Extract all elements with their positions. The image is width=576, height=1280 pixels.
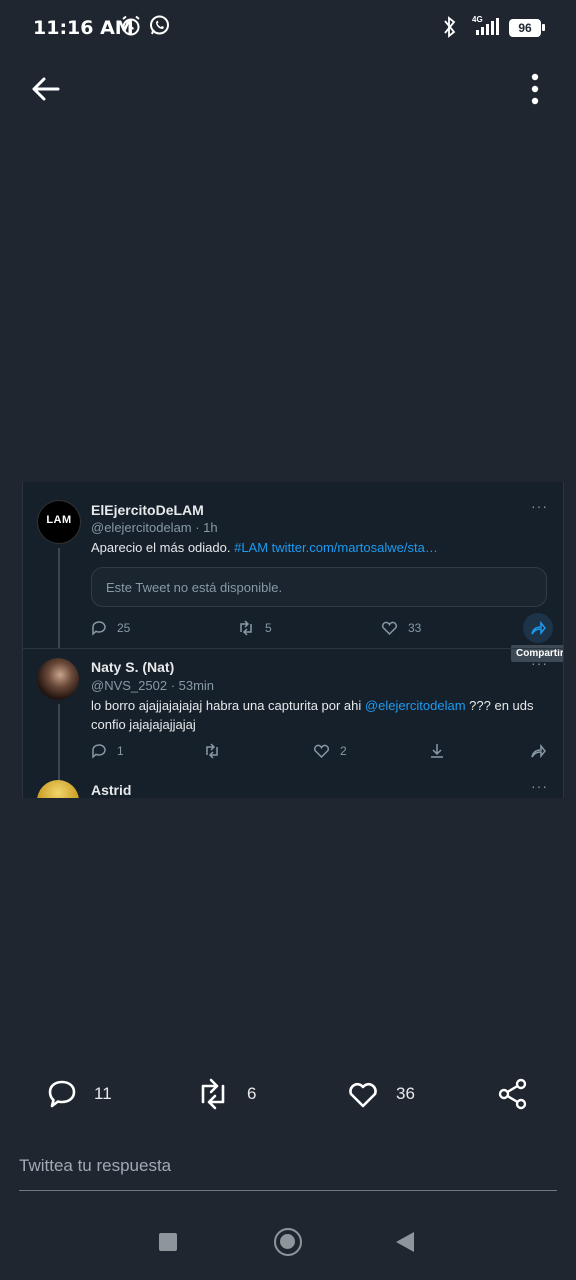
share-icon: [498, 1078, 527, 1110]
retweet-icon: [206, 743, 218, 759]
tweet-handle: @NVS_2502 · 53min: [91, 678, 215, 693]
download-button[interactable]: [429, 743, 445, 759]
signal-icon: [476, 18, 499, 35]
more-vertical-icon[interactable]: [520, 72, 550, 106]
share-icon: [531, 743, 546, 759]
avatar[interactable]: [37, 780, 79, 798]
share-button[interactable]: [497, 1078, 529, 1110]
like-button[interactable]: 36: [346, 1078, 415, 1110]
battery-level: 96: [518, 21, 532, 35]
whatsapp-icon: [150, 15, 169, 35]
reply-input[interactable]: Twittea tu respuesta: [19, 1150, 557, 1191]
reply-count: 25: [117, 621, 131, 635]
tweet-handle: @elejercitodelam · 1h: [91, 520, 218, 535]
reply-count: 11: [94, 1084, 112, 1103]
like-button[interactable]: 33: [381, 620, 421, 636]
alarm-icon: [122, 15, 140, 36]
retweet-icon: [201, 1078, 225, 1110]
back-nav-icon[interactable]: [394, 1230, 416, 1254]
tweet-more-button[interactable]: ···: [531, 498, 548, 514]
image-action-bar: 11 6 36: [0, 1070, 576, 1126]
stop-icon[interactable]: [159, 1233, 177, 1251]
avatar-logo-text: LAM: [46, 514, 72, 526]
tweet-author-name[interactable]: Astrid: [91, 782, 131, 798]
retweet-icon: [240, 620, 252, 636]
like-icon: [381, 621, 398, 636]
reply-icon: [92, 744, 106, 759]
like-button[interactable]: 2: [313, 743, 347, 759]
url-link[interactable]: twitter.com/martosalwe/sta…: [268, 540, 438, 555]
home-icon[interactable]: [274, 1228, 302, 1256]
like-count: 33: [408, 621, 422, 635]
tweet-item[interactable]: Astrid ···: [23, 778, 563, 798]
battery-icon: 96: [509, 19, 541, 37]
share-button[interactable]: [530, 743, 546, 759]
embedded-thread-image: LAM ElEjercitoDeLAM @elejercitodelam · 1…: [22, 482, 564, 798]
tweet-more-button[interactable]: ···: [531, 778, 548, 794]
tweet-text: lo borro ajajjajajajaj habra una capturi…: [91, 696, 551, 734]
reply-icon: [48, 1080, 76, 1108]
tweet-text: Aparecio el más odiado. #LAM twitter.com…: [91, 538, 551, 557]
system-nav-bar: [0, 1200, 576, 1280]
battery-tip: [542, 24, 545, 31]
retweet-count: 6: [247, 1084, 257, 1103]
reply-button[interactable]: 1: [91, 743, 124, 759]
back-arrow-icon[interactable]: [28, 72, 62, 106]
retweet-button[interactable]: 6: [195, 1078, 256, 1110]
avatar[interactable]: [37, 658, 79, 700]
retweet-button[interactable]: [203, 743, 221, 759]
like-count: 36: [396, 1084, 415, 1103]
avatar[interactable]: LAM: [37, 500, 81, 544]
quoted-unavailable-text: Este Tweet no está disponible.: [106, 580, 283, 595]
reply-count: 1: [117, 744, 124, 758]
tweet-author-name[interactable]: Naty S. (Nat): [91, 659, 174, 675]
reply-icon: [92, 621, 106, 636]
tweet-item[interactable]: Naty S. (Nat) @NVS_2502 · 53min ··· lo b…: [23, 649, 563, 769]
tweet-text-plain: lo borro ajajjajajajaj habra una capturi…: [91, 698, 365, 713]
reply-button[interactable]: 25: [91, 620, 130, 636]
status-time: 11:16 AM: [33, 17, 134, 39]
retweet-button[interactable]: 5: [237, 620, 272, 636]
reply-button[interactable]: 11: [46, 1078, 112, 1110]
retweet-count: 5: [265, 621, 272, 635]
status-bar: 11:16 AM 4G 96: [0, 0, 576, 56]
like-icon: [313, 744, 330, 759]
share-icon: [531, 620, 546, 636]
tweet-author-name[interactable]: ElEjercitoDeLAM: [91, 502, 204, 518]
quoted-tweet-card[interactable]: Este Tweet no está disponible.: [91, 567, 547, 607]
mention-link[interactable]: @elejercitodelam: [365, 698, 466, 713]
like-count: 2: [340, 744, 347, 758]
like-icon: [349, 1082, 377, 1108]
tweet-more-button[interactable]: ···: [531, 655, 548, 671]
hashtag-link[interactable]: #LAM: [234, 540, 268, 555]
tweet-text-plain: Aparecio el más odiado.: [91, 540, 235, 555]
reply-placeholder: Twittea tu respuesta: [19, 1156, 172, 1175]
share-button[interactable]: [523, 613, 553, 643]
bluetooth-icon: [444, 16, 456, 38]
home-icon-inner: [280, 1234, 295, 1249]
top-bar: [0, 56, 576, 120]
download-icon: [431, 744, 443, 758]
tweet-item[interactable]: LAM ElEjercitoDeLAM @elejercitodelam · 1…: [23, 482, 563, 647]
